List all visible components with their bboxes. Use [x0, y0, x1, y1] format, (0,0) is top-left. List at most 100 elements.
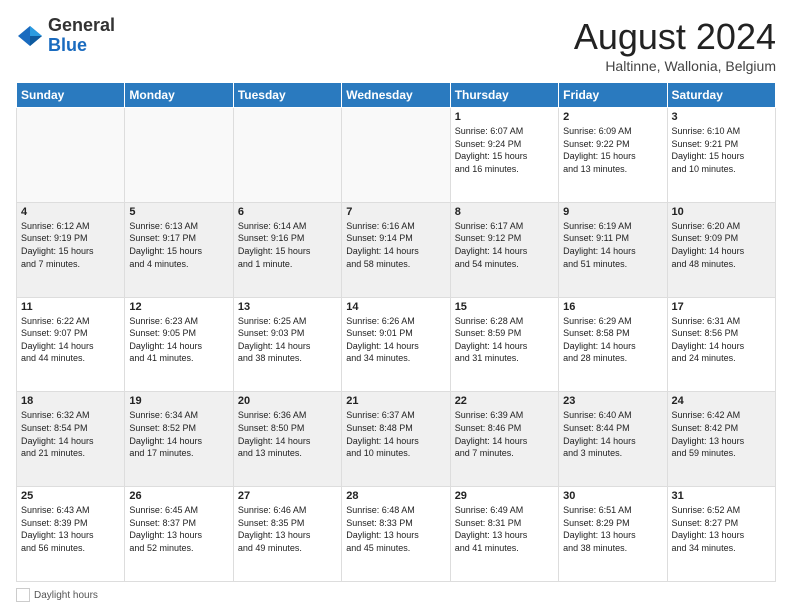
title-area: August 2024 Haltinne, Wallonia, Belgium — [574, 16, 776, 74]
day-info: Sunrise: 6:36 AM Sunset: 8:50 PM Dayligh… — [238, 409, 337, 459]
day-number: 11 — [21, 301, 120, 313]
col-friday: Friday — [559, 83, 667, 108]
calendar-cell: 20 Sunrise: 6:36 AM Sunset: 8:50 PM Dayli… — [233, 392, 341, 487]
calendar-week-1: 1Sunrise: 6:07 AM Sunset: 9:24 PM Daylig… — [17, 108, 776, 203]
day-info: Sunrise: 6:22 AM Sunset: 9:07 PM Dayligh… — [21, 315, 120, 365]
day-number: 13 — [238, 301, 337, 313]
legend-daylight-label: Daylight hours — [34, 590, 98, 601]
calendar-cell: 23 Sunrise: 6:40 AM Sunset: 8:44 PM Dayli… — [559, 392, 667, 487]
logo-blue: Blue — [48, 35, 87, 55]
calendar-cell: 26 Sunrise: 6:45 AM Sunset: 8:37 PM Dayli… — [125, 487, 233, 582]
calendar-cell: 4 Sunrise: 6:12 AM Sunset: 9:19 PM Daylig… — [17, 202, 125, 297]
day-number: 18 — [21, 395, 120, 407]
day-number: 20 — [238, 395, 337, 407]
day-number: 29 — [455, 490, 554, 502]
calendar-cell: 9Sunrise: 6:19 AM Sunset: 9:11 PM Daylig… — [559, 202, 667, 297]
day-number: 7 — [346, 206, 445, 218]
calendar-cell — [17, 108, 125, 203]
calendar-table: Sunday Monday Tuesday Wednesday Thursday… — [16, 82, 776, 582]
calendar-cell: 24Sunrise: 6:42 AM Sunset: 8:42 PM Dayli… — [667, 392, 775, 487]
calendar-cell: 10 Sunrise: 6:20 AM Sunset: 9:09 PM Dayli… — [667, 202, 775, 297]
col-thursday: Thursday — [450, 83, 558, 108]
day-number: 6 — [238, 206, 337, 218]
calendar-cell: 30Sunrise: 6:51 AM Sunset: 8:29 PM Dayli… — [559, 487, 667, 582]
day-info: Sunrise: 6:28 AM Sunset: 8:59 PM Dayligh… — [455, 315, 554, 365]
calendar-week-5: 25 Sunrise: 6:43 AM Sunset: 8:39 PM Dayli… — [17, 487, 776, 582]
day-info: Sunrise: 6:25 AM Sunset: 9:03 PM Dayligh… — [238, 315, 337, 365]
day-info: Sunrise: 6:43 AM Sunset: 8:39 PM Dayligh… — [21, 504, 120, 554]
day-info: Sunrise: 6:13 AM Sunset: 9:17 PM Dayligh… — [129, 220, 228, 270]
calendar-cell: 16 Sunrise: 6:29 AM Sunset: 8:58 PM Dayli… — [559, 297, 667, 392]
calendar-week-2: 4 Sunrise: 6:12 AM Sunset: 9:19 PM Daylig… — [17, 202, 776, 297]
calendar-cell: 18Sunrise: 6:32 AM Sunset: 8:54 PM Dayli… — [17, 392, 125, 487]
col-saturday: Saturday — [667, 83, 775, 108]
day-info: Sunrise: 6:40 AM Sunset: 8:44 PM Dayligh… — [563, 409, 662, 459]
day-number: 16 — [563, 301, 662, 313]
col-sunday: Sunday — [17, 83, 125, 108]
day-number: 4 — [21, 206, 120, 218]
day-info: Sunrise: 6:46 AM Sunset: 8:35 PM Dayligh… — [238, 504, 337, 554]
day-info: Sunrise: 6:45 AM Sunset: 8:37 PM Dayligh… — [129, 504, 228, 554]
day-number: 25 — [21, 490, 120, 502]
calendar-cell: 1Sunrise: 6:07 AM Sunset: 9:24 PM Daylig… — [450, 108, 558, 203]
day-info: Sunrise: 6:16 AM Sunset: 9:14 PM Dayligh… — [346, 220, 445, 270]
day-number: 15 — [455, 301, 554, 313]
day-info: Sunrise: 6:19 AM Sunset: 9:11 PM Dayligh… — [563, 220, 662, 270]
calendar-cell: 28Sunrise: 6:48 AM Sunset: 8:33 PM Dayli… — [342, 487, 450, 582]
day-info: Sunrise: 6:12 AM Sunset: 9:19 PM Dayligh… — [21, 220, 120, 270]
calendar-cell — [342, 108, 450, 203]
calendar-cell: 5 Sunrise: 6:13 AM Sunset: 9:17 PM Daylig… — [125, 202, 233, 297]
day-number: 19 — [129, 395, 228, 407]
day-number: 17 — [672, 301, 771, 313]
legend-daylight-box — [16, 588, 30, 602]
calendar-cell: 3 Sunrise: 6:10 AM Sunset: 9:21 PM Daylig… — [667, 108, 775, 203]
day-number: 10 — [672, 206, 771, 218]
month-title: August 2024 — [574, 16, 776, 58]
day-number: 5 — [129, 206, 228, 218]
logo-general: General — [48, 15, 115, 35]
legend-daylight: Daylight hours — [16, 588, 98, 602]
day-number: 23 — [563, 395, 662, 407]
day-info: Sunrise: 6:14 AM Sunset: 9:16 PM Dayligh… — [238, 220, 337, 270]
day-info: Sunrise: 6:51 AM Sunset: 8:29 PM Dayligh… — [563, 504, 662, 554]
calendar-cell: 11 Sunrise: 6:22 AM Sunset: 9:07 PM Dayli… — [17, 297, 125, 392]
day-number: 22 — [455, 395, 554, 407]
day-number: 31 — [672, 490, 771, 502]
location-subtitle: Haltinne, Wallonia, Belgium — [574, 58, 776, 74]
day-number: 27 — [238, 490, 337, 502]
day-info: Sunrise: 6:20 AM Sunset: 9:09 PM Dayligh… — [672, 220, 771, 270]
calendar-cell — [233, 108, 341, 203]
day-info: Sunrise: 6:29 AM Sunset: 8:58 PM Dayligh… — [563, 315, 662, 365]
calendar-cell: 19Sunrise: 6:34 AM Sunset: 8:52 PM Dayli… — [125, 392, 233, 487]
calendar-cell: 8 Sunrise: 6:17 AM Sunset: 9:12 PM Daylig… — [450, 202, 558, 297]
day-info: Sunrise: 6:37 AM Sunset: 8:48 PM Dayligh… — [346, 409, 445, 459]
day-number: 21 — [346, 395, 445, 407]
day-info: Sunrise: 6:10 AM Sunset: 9:21 PM Dayligh… — [672, 125, 771, 175]
day-number: 2 — [563, 111, 662, 123]
calendar-header-row: Sunday Monday Tuesday Wednesday Thursday… — [17, 83, 776, 108]
calendar-cell — [125, 108, 233, 203]
day-info: Sunrise: 6:42 AM Sunset: 8:42 PM Dayligh… — [672, 409, 771, 459]
calendar-cell: 31 Sunrise: 6:52 AM Sunset: 8:27 PM Dayli… — [667, 487, 775, 582]
calendar-cell: 13 Sunrise: 6:25 AM Sunset: 9:03 PM Dayli… — [233, 297, 341, 392]
calendar-cell: 12 Sunrise: 6:23 AM Sunset: 9:05 PM Dayli… — [125, 297, 233, 392]
day-info: Sunrise: 6:17 AM Sunset: 9:12 PM Dayligh… — [455, 220, 554, 270]
day-number: 12 — [129, 301, 228, 313]
day-info: Sunrise: 6:23 AM Sunset: 9:05 PM Dayligh… — [129, 315, 228, 365]
day-info: Sunrise: 6:07 AM Sunset: 9:24 PM Dayligh… — [455, 125, 554, 175]
day-number: 3 — [672, 111, 771, 123]
calendar-cell: 15 Sunrise: 6:28 AM Sunset: 8:59 PM Dayli… — [450, 297, 558, 392]
day-info: Sunrise: 6:52 AM Sunset: 8:27 PM Dayligh… — [672, 504, 771, 554]
legend: Daylight hours — [16, 588, 776, 602]
calendar-week-4: 18Sunrise: 6:32 AM Sunset: 8:54 PM Dayli… — [17, 392, 776, 487]
day-number: 8 — [455, 206, 554, 218]
page: General Blue August 2024 Haltinne, Wallo… — [0, 0, 792, 612]
calendar-cell: 17Sunrise: 6:31 AM Sunset: 8:56 PM Dayli… — [667, 297, 775, 392]
col-monday: Monday — [125, 83, 233, 108]
day-number: 26 — [129, 490, 228, 502]
col-wednesday: Wednesday — [342, 83, 450, 108]
day-info: Sunrise: 6:48 AM Sunset: 8:33 PM Dayligh… — [346, 504, 445, 554]
header: General Blue August 2024 Haltinne, Wallo… — [16, 16, 776, 74]
logo-text: General Blue — [48, 16, 115, 56]
day-info: Sunrise: 6:49 AM Sunset: 8:31 PM Dayligh… — [455, 504, 554, 554]
